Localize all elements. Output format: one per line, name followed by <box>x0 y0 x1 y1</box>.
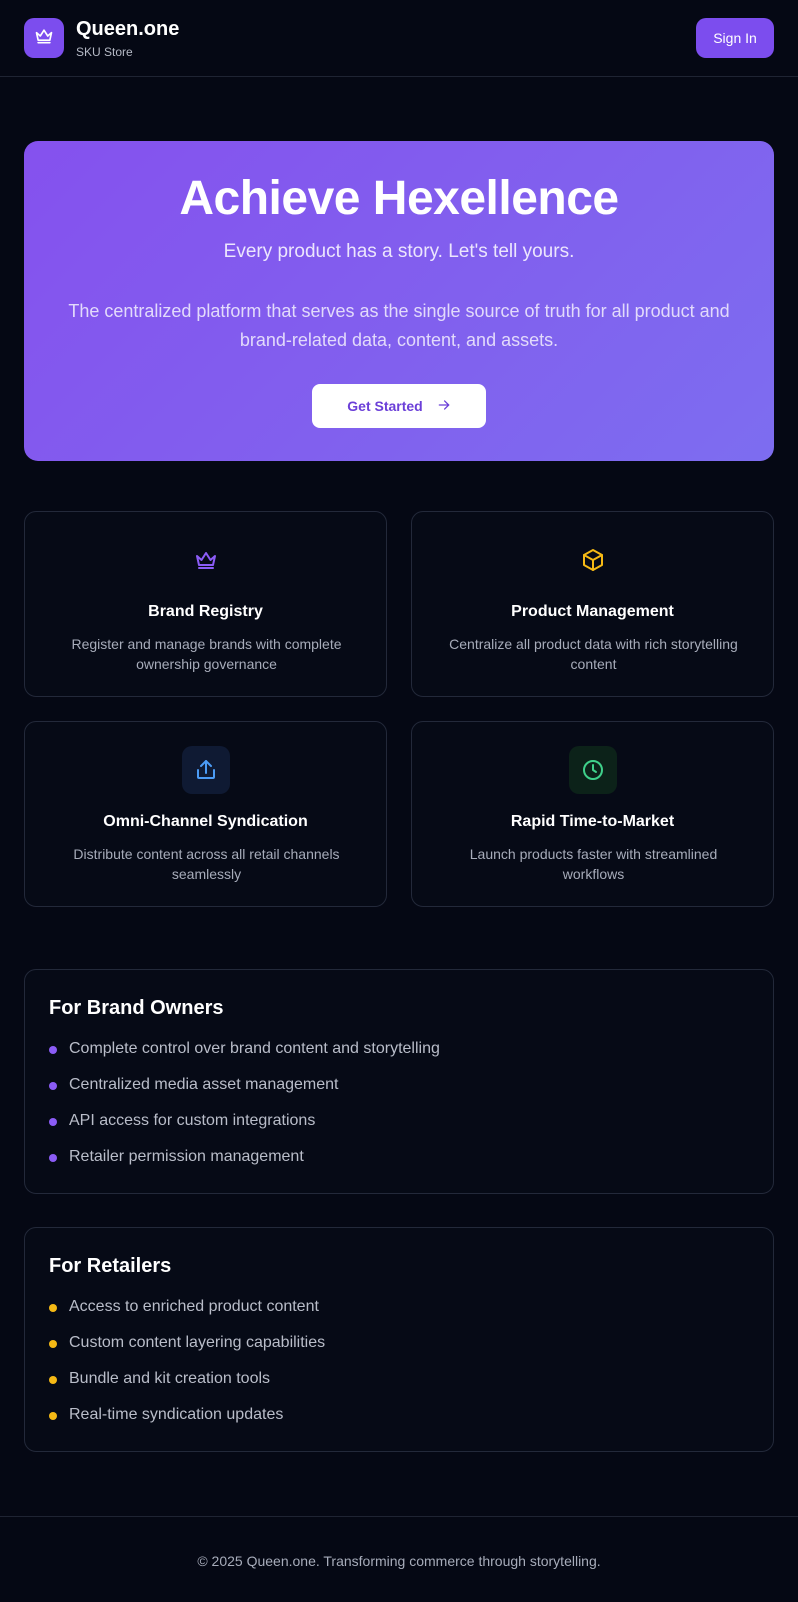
benefit-list: Access to enriched product content Custo… <box>49 1298 325 1442</box>
bullet-dot <box>49 1376 57 1384</box>
hero-description: The centralized platform that serves as … <box>68 301 730 350</box>
list-item: Real-time syndication updates <box>49 1406 325 1442</box>
sign-in-button[interactable]: Sign In <box>696 18 774 58</box>
brand-name: Queen.one <box>76 18 180 40</box>
hero-banner: Achieve Hexellence Every product has a s… <box>24 141 774 461</box>
top-header: Queen.one SKU Store Sign In <box>0 0 798 77</box>
crown-icon <box>182 536 230 584</box>
feature-card-omni-channel-syndication: Omni-Channel Syndication Distribute cont… <box>24 721 387 907</box>
feature-description: Distribute content across all retail cha… <box>73 846 340 882</box>
panel-title: For Brand Owners <box>49 997 224 1019</box>
list-item: Retailer permission management <box>49 1148 440 1184</box>
hero-tagline: Every product has a story. Let's tell yo… <box>223 241 575 262</box>
get-started-label: Get Started <box>347 398 423 414</box>
feature-title: Rapid Time-to-Market <box>510 813 675 830</box>
bullet-dot <box>49 1082 57 1090</box>
bullet-dot <box>49 1046 57 1054</box>
bullet-dot <box>49 1340 57 1348</box>
retailers-panel: For Retailers Access to enriched product… <box>24 1227 774 1452</box>
list-item: API access for custom integrations <box>49 1112 440 1148</box>
brand-subtitle: SKU Store <box>76 45 133 59</box>
bullet-dot <box>49 1154 57 1162</box>
page-footer: © 2025 Queen.one. Transforming commerce … <box>0 1516 798 1602</box>
list-item: Bundle and kit creation tools <box>49 1370 325 1406</box>
list-item: Centralized media asset management <box>49 1076 440 1112</box>
box-icon <box>569 536 617 584</box>
feature-card-rapid-time-to-market: Rapid Time-to-Market Launch products fas… <box>411 721 774 907</box>
arrow-right-icon <box>437 398 451 415</box>
logo[interactable] <box>24 18 64 58</box>
feature-description: Register and manage brands with complete… <box>71 636 342 672</box>
bullet-dot <box>49 1412 57 1420</box>
clock-icon <box>569 746 617 794</box>
footer-copyright: © 2025 Queen.one. Transforming commerce … <box>197 1553 601 1569</box>
feature-card-brand-registry: Brand Registry Register and manage brand… <box>24 511 387 697</box>
share-icon <box>182 746 230 794</box>
panel-title: For Retailers <box>49 1255 172 1277</box>
list-item: Custom content layering capabilities <box>49 1334 325 1370</box>
bullet-dot <box>49 1118 57 1126</box>
feature-description: Centralize all product data with rich st… <box>449 636 738 672</box>
feature-title: Omni-Channel Syndication <box>103 813 308 830</box>
benefit-list: Complete control over brand content and … <box>49 1040 440 1184</box>
list-item: Complete control over brand content and … <box>49 1040 440 1076</box>
list-item: Access to enriched product content <box>49 1298 325 1334</box>
feature-description: Launch products faster with streamlined … <box>469 846 718 882</box>
get-started-button[interactable]: Get Started <box>312 384 486 428</box>
feature-title: Product Management <box>511 603 674 620</box>
feature-card-product-management: Product Management Centralize all produc… <box>411 511 774 697</box>
hero-title: Achieve Hexellence <box>179 172 619 225</box>
bullet-dot <box>49 1304 57 1312</box>
crown-icon <box>34 26 54 51</box>
feature-title: Brand Registry <box>148 603 263 620</box>
brand-owners-panel: For Brand Owners Complete control over b… <box>24 969 774 1194</box>
